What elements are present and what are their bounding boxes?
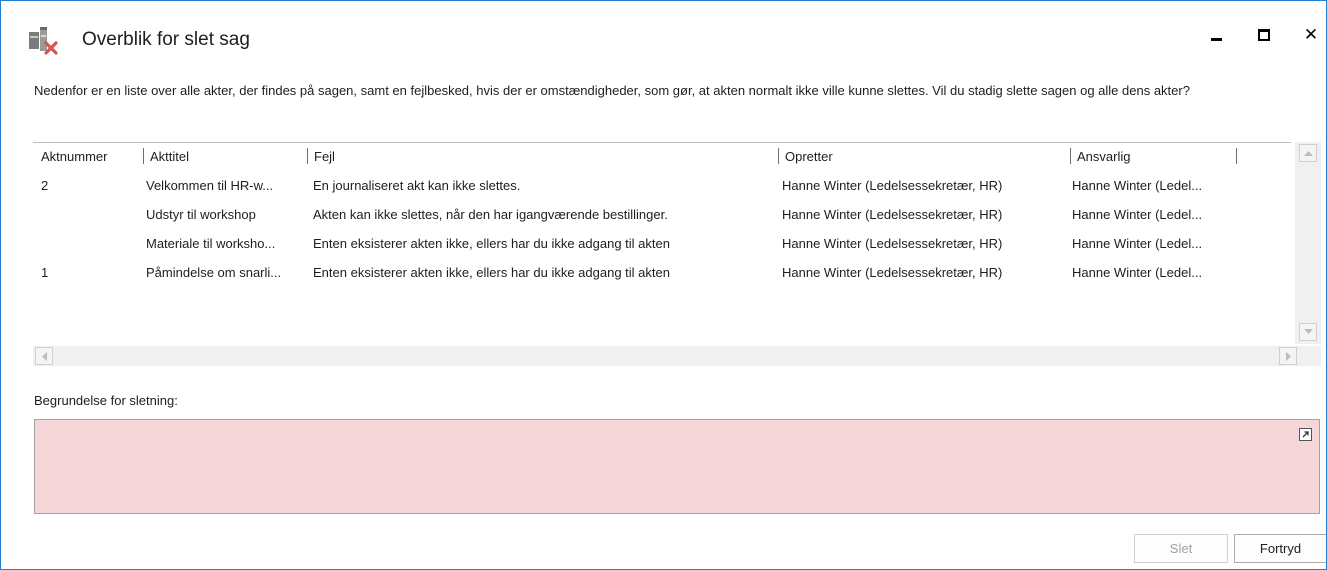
window-title: Overblik for slet sag xyxy=(82,29,250,50)
scroll-left-button[interactable] xyxy=(35,347,53,365)
minimize-icon xyxy=(1211,38,1222,41)
cell-fejl: Enten eksisterer akten ikke, ellers har … xyxy=(313,265,670,280)
column-divider[interactable] xyxy=(778,148,779,164)
column-divider[interactable] xyxy=(1070,148,1071,164)
cell-opretter: Hanne Winter (Ledelsessekretær, HR) xyxy=(782,178,1003,193)
intro-text: Nedenfor er en liste over alle akter, de… xyxy=(34,83,1190,98)
maximize-icon xyxy=(1258,29,1270,41)
chevron-left-icon xyxy=(42,352,47,361)
close-button[interactable]: ✕ xyxy=(1297,23,1325,47)
cell-akttitel: Velkommen til HR-w... xyxy=(146,178,274,193)
vertical-scrollbar[interactable] xyxy=(1295,142,1321,344)
column-header-opretter[interactable]: Opretter xyxy=(785,148,833,166)
delete-button[interactable]: Slet xyxy=(1134,534,1228,563)
scroll-up-button[interactable] xyxy=(1299,144,1317,162)
title-bar: Overblik for slet sag ✕ xyxy=(1,1,1326,61)
column-header-fejl[interactable]: Fejl xyxy=(314,148,335,166)
cell-aktnummer: 1 xyxy=(41,265,49,280)
scroll-down-button[interactable] xyxy=(1299,323,1317,341)
cell-akttitel: Udstyr til workshop xyxy=(146,207,256,222)
chevron-down-icon xyxy=(1304,329,1313,334)
cell-akttitel: Påmindelse om snarli... xyxy=(146,265,282,280)
cell-opretter: Hanne Winter (Ledelsessekretær, HR) xyxy=(782,207,1003,222)
cell-akttitel: Materiale til worksho... xyxy=(146,236,276,251)
column-divider[interactable] xyxy=(1236,148,1237,164)
cancel-button[interactable]: Fortryd xyxy=(1234,534,1326,563)
table-row[interactable]: Udstyr til workshop Akten kan ikke slett… xyxy=(33,204,1291,228)
cell-ansvarlig: Hanne Winter (Ledel... xyxy=(1072,178,1203,193)
column-divider[interactable] xyxy=(307,148,308,164)
table-row[interactable]: Materiale til worksho... Enten eksistere… xyxy=(33,233,1291,257)
maximize-button[interactable] xyxy=(1249,23,1277,47)
akter-table: Aktnummer Akttitel Fejl Opretter Ansvarl… xyxy=(33,142,1321,367)
scroll-right-button[interactable] xyxy=(1279,347,1297,365)
delete-case-icon xyxy=(29,27,61,55)
minimize-button[interactable] xyxy=(1203,23,1231,47)
cell-opretter: Hanne Winter (Ledelsessekretær, HR) xyxy=(782,265,1003,280)
cell-ansvarlig: Hanne Winter (Ledel... xyxy=(1072,265,1203,280)
cell-fejl: Akten kan ikke slettes, når den har igan… xyxy=(313,207,668,222)
cell-fejl: En journaliseret akt kan ikke slettes. xyxy=(313,178,521,193)
table-header: Aktnummer Akttitel Fejl Opretter Ansvarl… xyxy=(33,143,1291,170)
table-row[interactable]: 2 Velkommen til HR-w... En journaliseret… xyxy=(33,175,1291,199)
column-header-ansvarlig[interactable]: Ansvarlig xyxy=(1077,148,1130,166)
expand-editor-icon[interactable] xyxy=(1299,428,1312,441)
close-icon: ✕ xyxy=(1303,25,1319,44)
horizontal-scrollbar[interactable] xyxy=(33,346,1321,366)
cell-aktnummer: 2 xyxy=(41,178,49,193)
cell-ansvarlig: Hanne Winter (Ledel... xyxy=(1072,207,1203,222)
chevron-right-icon xyxy=(1286,352,1291,361)
reason-label: Begrundelse for sletning: xyxy=(34,393,178,408)
cell-opretter: Hanne Winter (Ledelsessekretær, HR) xyxy=(782,236,1003,251)
column-header-aktnummer[interactable]: Aktnummer xyxy=(41,148,107,166)
cell-fejl: Enten eksisterer akten ikke, ellers har … xyxy=(313,236,670,251)
chevron-up-icon xyxy=(1304,151,1313,156)
column-header-akttitel[interactable]: Akttitel xyxy=(150,148,189,166)
cell-ansvarlig: Hanne Winter (Ledel... xyxy=(1072,236,1203,251)
table-body-area: Aktnummer Akttitel Fejl Opretter Ansvarl… xyxy=(33,142,1291,344)
column-divider[interactable] xyxy=(143,148,144,164)
dialog-window: Overblik for slet sag ✕ Nedenfor er en l… xyxy=(0,0,1327,570)
table-row[interactable]: 1 Påmindelse om snarli... Enten eksister… xyxy=(33,262,1291,286)
reason-textarea[interactable] xyxy=(34,419,1320,514)
